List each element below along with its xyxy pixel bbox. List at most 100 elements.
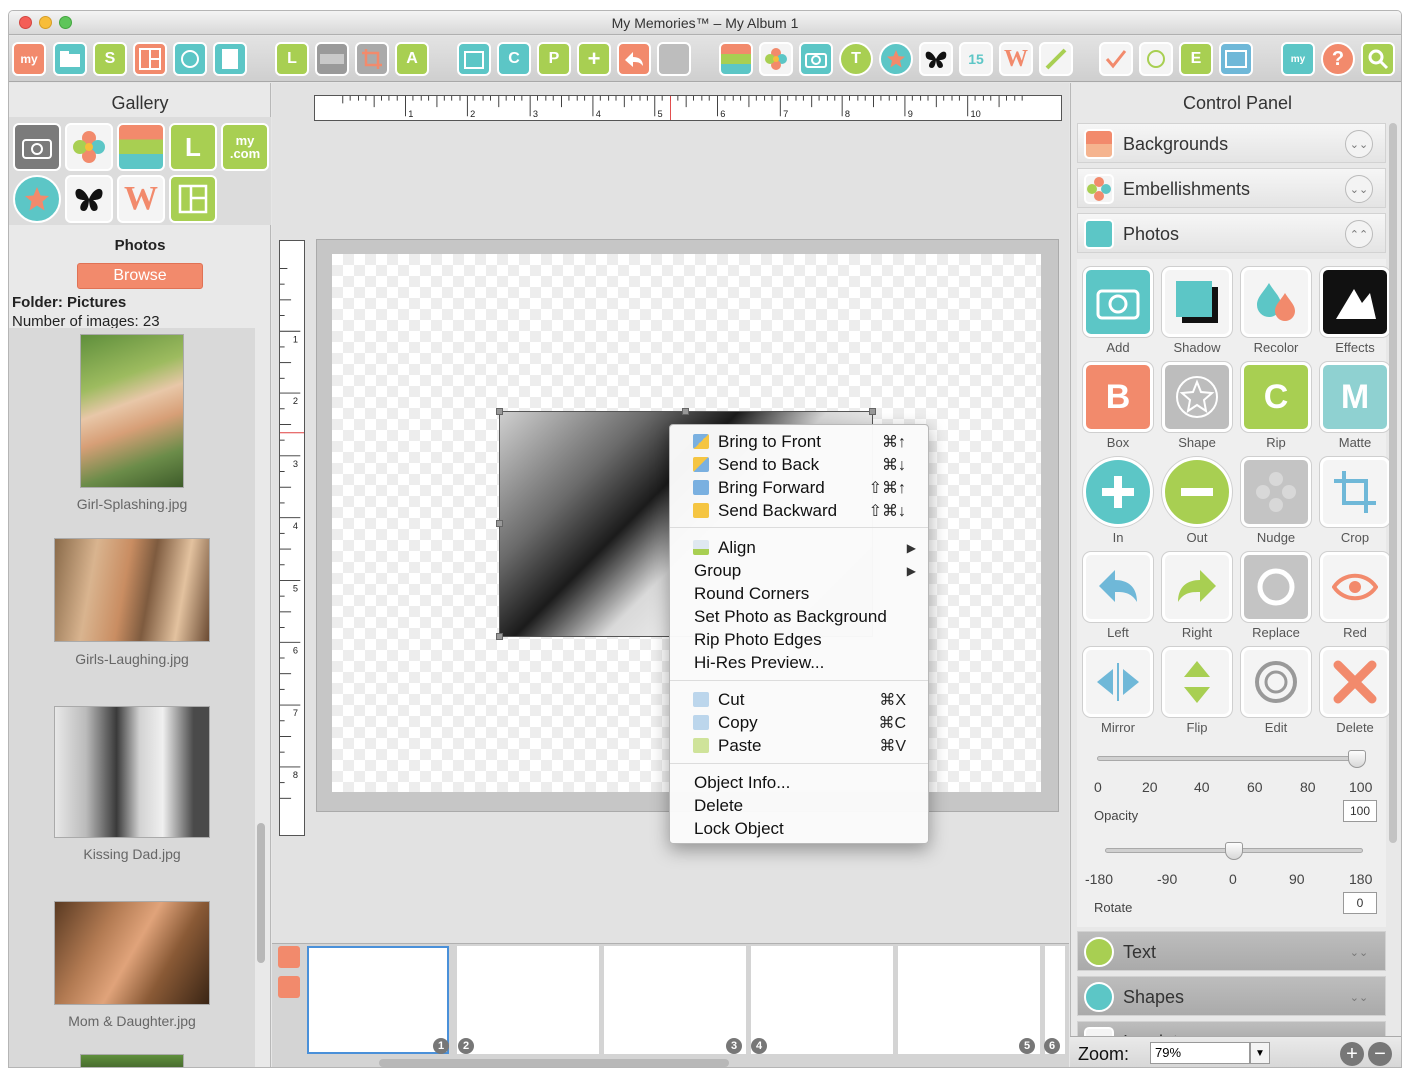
s-icon[interactable]: S [93,42,127,76]
help-icon[interactable]: ? [1321,42,1355,76]
page-thumbnail[interactable] [898,946,1040,1054]
effects-tool[interactable] [1320,267,1390,337]
calendar-icon[interactable] [457,42,491,76]
rip-tool[interactable]: C [1241,362,1311,432]
crop-tool[interactable] [1320,457,1390,527]
add-tool[interactable] [1083,267,1153,337]
browse-button[interactable]: Browse [77,263,203,289]
rotate-value-field[interactable]: 0 [1343,892,1377,914]
rotate-slider-knob[interactable] [1225,842,1243,860]
menu-item-bring-forward[interactable]: Bring Forward ⇧⌘↑ [670,476,928,499]
shadow-tool[interactable] [1162,267,1232,337]
resize-handle[interactable] [682,408,689,415]
recolor-tool[interactable] [1241,267,1311,337]
menu-item-round-corners[interactable]: Round Corners [670,582,928,605]
camera-icon[interactable] [799,42,833,76]
photo-thumbnail-list[interactable]: Girl-Splashing.jpg Girls-Laughing.jpg Ki… [9,328,255,1067]
menu-item-send-backward[interactable]: Send Backward ⇧⌘↓ [670,499,928,522]
menu-item-object-info[interactable]: Object Info... [670,771,928,794]
my-logo-icon[interactable]: my [12,42,46,76]
gallery-scrollbar[interactable] [257,823,265,963]
chevron-up-icon[interactable]: ⌃⌃ [1345,220,1373,248]
c-icon[interactable]: C [497,42,531,76]
section-backgrounds[interactable]: Backgrounds ⌄⌄ [1077,123,1386,163]
spell-icon[interactable] [1099,42,1133,76]
box-tool[interactable]: B [1083,362,1153,432]
shapes-icon[interactable] [13,175,61,223]
zoom-in-icon[interactable]: + [1340,1042,1364,1066]
menu-item-delete[interactable]: Delete [670,794,928,817]
brush-icon[interactable] [1039,42,1073,76]
page-view-icon[interactable] [278,946,300,968]
e-icon[interactable]: E [1179,42,1213,76]
butterfly-icon[interactable] [919,42,953,76]
section-photos[interactable]: Photos ⌃⌃ [1077,213,1386,253]
share-icon[interactable] [617,42,651,76]
plus-icon[interactable]: + [577,42,611,76]
mirror-tool[interactable] [1083,647,1153,717]
thumbnail-image[interactable] [54,901,210,1005]
menu-item-paste[interactable]: Paste ⌘V [670,734,928,757]
layout-grid-icon[interactable] [169,175,217,223]
opacity-slider-knob[interactable] [1348,750,1366,768]
mycom-icon[interactable]: my .com [221,123,269,171]
matte-tool[interactable]: M [1320,362,1390,432]
a-icon[interactable]: A [395,42,429,76]
page-thumbnail[interactable] [457,946,599,1054]
butterfly-icon[interactable] [65,175,113,223]
menu-item-group[interactable]: Group ▶ [670,559,928,582]
flower-icon[interactable] [759,42,793,76]
folder-icon[interactable] [53,42,87,76]
menu-item-lock-object[interactable]: Lock Object [670,817,928,840]
zoom-out-icon[interactable]: − [1368,1042,1392,1066]
opacity-slider-track[interactable] [1097,756,1357,761]
menu-item-hi-res-preview[interactable]: Hi-Res Preview... [670,651,928,674]
menu-item-set-photo-as-background[interactable]: Set Photo as Background [670,605,928,628]
resize-handle[interactable] [496,520,503,527]
thumbnail-image[interactable] [54,706,210,838]
zoom-in-tool[interactable] [1083,457,1153,527]
zoom-out-tool[interactable] [1162,457,1232,527]
print-icon[interactable] [1139,42,1173,76]
zoom-dropdown-icon[interactable]: ▼ [1250,1042,1270,1064]
control-panel-scrollbar[interactable] [1389,123,1397,843]
rotate-right-tool[interactable] [1162,552,1232,622]
replace-tool[interactable] [1241,552,1311,622]
chevron-down-icon[interactable]: ⌄⌄ [1345,983,1373,1011]
page-thumbnail[interactable] [307,946,449,1054]
shape-tool[interactable] [1162,362,1232,432]
menu-item-cut[interactable]: Cut ⌘X [670,688,928,711]
p-icon[interactable]: P [537,42,571,76]
page-thumbnail[interactable] [604,946,746,1054]
menu-item-copy[interactable]: Copy ⌘C [670,711,928,734]
menu-item-send-to-back[interactable]: Send to Back ⌘↓ [670,453,928,476]
menu-item-bring-to-front[interactable]: Bring to Front ⌘↑ [670,430,928,453]
section-text[interactable]: Text ⌄⌄ [1077,931,1386,971]
page-thumbnail[interactable] [751,946,893,1054]
t-icon[interactable]: T [839,42,873,76]
section-shapes[interactable]: Shapes ⌄⌄ [1077,976,1386,1016]
chevron-down-icon[interactable]: ⌄⌄ [1345,175,1373,203]
crop-icon[interactable] [355,42,389,76]
chevron-down-icon[interactable]: ⌄⌄ [1345,938,1373,966]
search-icon[interactable] [1361,42,1395,76]
stripes-icon[interactable] [719,42,753,76]
w-icon[interactable]: W [999,42,1033,76]
edit-tool[interactable] [1241,647,1311,717]
shield-icon[interactable] [173,42,207,76]
pdf-icon[interactable] [1219,42,1253,76]
nudge-tool[interactable] [1241,457,1311,527]
gray-icon[interactable] [657,42,691,76]
ruler-icon[interactable] [315,42,349,76]
pages-scrollbar[interactable] [379,1059,729,1067]
doc-icon[interactable] [213,42,247,76]
star-icon[interactable] [879,42,913,76]
section-embellishments[interactable]: Embellishments ⌄⌄ [1077,168,1386,208]
flip-tool[interactable] [1162,647,1232,717]
resize-handle[interactable] [496,408,503,415]
mycom-icon[interactable]: my [1281,42,1315,76]
rotate-left-tool[interactable] [1083,552,1153,622]
wordart-icon[interactable]: W [117,175,165,223]
red-eye-tool[interactable] [1320,552,1390,622]
thumbnail-image[interactable] [54,538,210,642]
